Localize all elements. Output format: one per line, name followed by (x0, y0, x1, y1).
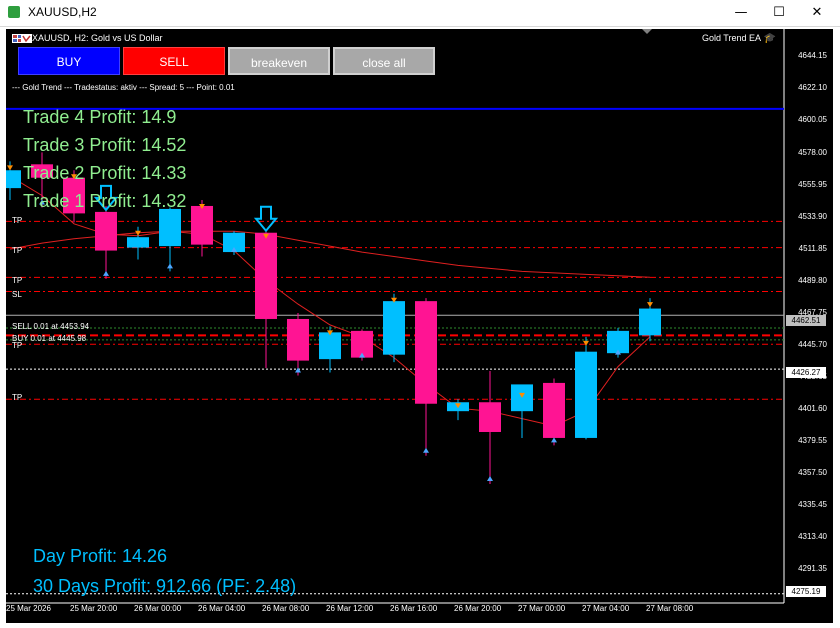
sl-label: SL (12, 290, 22, 299)
trade-4-profit: Trade 4 Profit: 14.9 (23, 107, 177, 127)
y-tick: 4335.45 (798, 500, 827, 509)
breakeven-button[interactable]: breakeven (228, 47, 330, 75)
graduation-cap-icon: 🎓 (763, 33, 776, 44)
trade-3-profit: Trade 3 Profit: 14.52 (23, 135, 187, 155)
candle-body (575, 351, 597, 438)
candle-body (639, 308, 661, 336)
x-tick: 26 Mar 16:00 (390, 604, 438, 613)
buy-order-label: BUY 0.01 at 4445.98 (12, 334, 87, 343)
buy-signal-marker (295, 367, 301, 373)
candle-body (287, 318, 309, 361)
x-tick: 26 Mar 04:00 (198, 604, 246, 613)
day-profit: Day Profit: 14.26 (33, 546, 168, 566)
sell-button[interactable]: SELL (123, 47, 225, 75)
tp-label: TP (12, 341, 23, 350)
candle-body (479, 402, 501, 432)
x-tick: 26 Mar 12:00 (326, 604, 374, 613)
y-tick: 4313.40 (798, 532, 827, 541)
candle-body (95, 211, 117, 251)
expert-advisor-icon (21, 34, 32, 43)
tp-label: TP (12, 216, 23, 225)
sell-signal-marker (583, 340, 589, 346)
app-icon (8, 6, 20, 18)
buy-signal-marker (551, 437, 557, 443)
buy-signal-marker (487, 476, 493, 482)
x-tick: 26 Mar 20:00 (454, 604, 502, 613)
candle-body (255, 232, 277, 319)
y-tick: 4401.60 (798, 404, 827, 413)
tp-label: TP (12, 393, 23, 402)
symbol-label: XAUUSD, H2: Gold vs US Dollar (32, 33, 163, 43)
y-tick: 4511.85 (798, 244, 827, 253)
sell-order-label: SELL 0.01 at 4453.94 (12, 322, 90, 331)
y-tick: 4622.10 (798, 83, 827, 92)
x-tick: 26 Mar 08:00 (262, 604, 310, 613)
x-tick: 25 Mar 2026 (6, 604, 51, 613)
y-tick: 4379.55 (798, 436, 827, 445)
candle-body (191, 205, 213, 245)
buy-button[interactable]: BUY (18, 47, 120, 75)
x-tick: 27 Mar 00:00 (518, 604, 566, 613)
close-all-button[interactable]: close all (333, 47, 435, 75)
buy-signal-marker (103, 270, 109, 276)
x-tick: 26 Mar 00:00 (134, 604, 182, 613)
minimize-icon[interactable]: — (720, 0, 762, 26)
candle-body (415, 301, 437, 404)
price-level-box: 4426.27 (786, 367, 826, 378)
x-tick: 27 Mar 08:00 (646, 604, 694, 613)
candle-body (543, 382, 565, 438)
trade-2-profit: Trade 2 Profit: 14.33 (23, 163, 187, 183)
x-tick: 25 Mar 20:00 (70, 604, 118, 613)
y-tick: 4600.05 (798, 115, 827, 124)
candle-body (159, 208, 181, 247)
price-axis: 4644.15 4622.10 4600.05 4578.00 4555.95 … (784, 29, 833, 623)
sell-arrow-icon (253, 205, 279, 233)
title-bar: XAUUSD,H2 — ☐ ✕ (0, 0, 840, 27)
chart-shift-marker (642, 29, 652, 34)
y-tick: 4533.90 (798, 212, 827, 221)
tp-label: TP (12, 276, 23, 285)
window-title: XAUUSD,H2 (28, 5, 97, 19)
candle-body (127, 237, 149, 248)
sell-signal-marker (7, 165, 13, 171)
maximize-icon[interactable]: ☐ (758, 0, 800, 26)
ea-name-label: Gold Trend EA (701, 33, 761, 43)
y-tick: 4489.80 (798, 276, 827, 285)
sell-signal-marker (647, 302, 653, 308)
y-tick: 4445.70 (798, 340, 827, 349)
buy-signal-marker (167, 263, 173, 269)
terminal-window: XAUUSD,H2 — ☐ ✕ XAUUSD, H2: Gold vs US D… (0, 0, 840, 628)
ea-status-line: --- Gold Trend --- Tradestatus: aktiv --… (12, 83, 235, 92)
candle-body (6, 170, 21, 189)
close-icon[interactable]: ✕ (796, 0, 838, 26)
price-level-box: 4275.19 (786, 586, 826, 597)
thirty-day-profit: 30 Days Profit: 912.66 (PF: 2.48) (33, 576, 297, 596)
tp-label: TP (12, 246, 23, 255)
y-tick: 4357.50 (798, 468, 827, 477)
y-tick: 4555.95 (798, 180, 827, 189)
y-tick: 4291.35 (798, 564, 827, 573)
chart-area[interactable]: XAUUSD, H2: Gold vs US Dollar Gold Trend… (6, 29, 833, 623)
y-tick: 4644.15 (798, 51, 827, 60)
current-price-box: 4462.51 (786, 315, 826, 326)
trade-1-profit: Trade 1 Profit: 14.32 (23, 191, 187, 211)
y-tick: 4578.00 (798, 148, 827, 157)
candle-body (383, 301, 405, 355)
candle-body (319, 332, 341, 360)
buy-signal-marker (423, 447, 429, 453)
x-tick: 27 Mar 04:00 (582, 604, 630, 613)
